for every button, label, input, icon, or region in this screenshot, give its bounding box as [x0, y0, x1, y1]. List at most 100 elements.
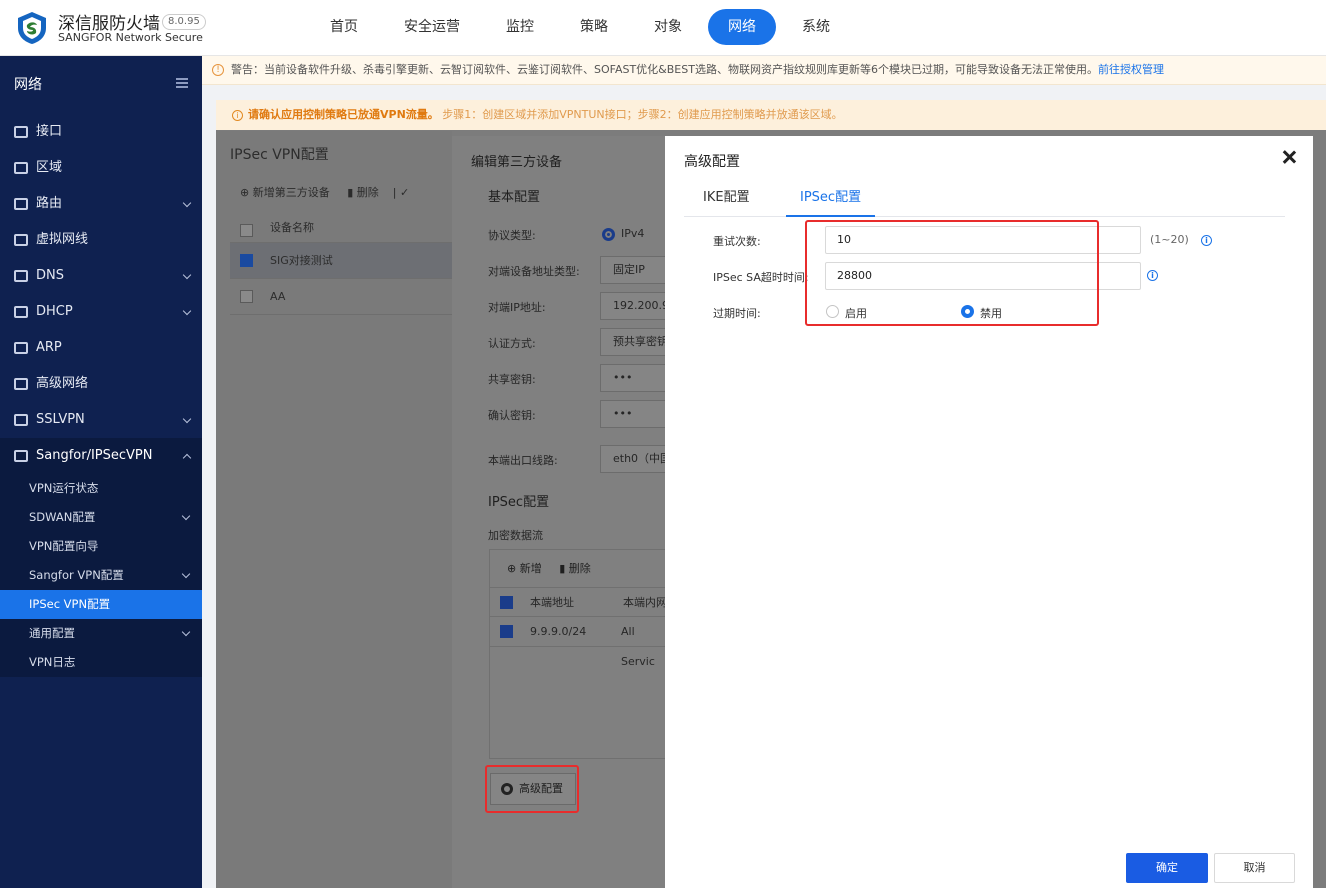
sidebar-item-arp[interactable]: ARP: [0, 330, 202, 366]
retry-range-hint: (1~20): [1150, 233, 1189, 246]
table-row[interactable]: SIG对接测试: [230, 243, 452, 279]
chevron-down-icon: [182, 306, 192, 316]
vpn-icon: [14, 450, 28, 462]
sidebar-item-interface[interactable]: 接口: [0, 114, 202, 150]
chevron-down-icon: [182, 414, 192, 424]
sidebar-sub-ipsec-vpn[interactable]: IPSec VPN配置: [0, 590, 202, 619]
nav-security-ops[interactable]: 安全运营: [384, 9, 480, 45]
ipsec-page-background: IPSec VPN配置 ⊕ 新增第三方设备 ▮ 删除 | ✓ 设备名称 SIG对…: [216, 131, 452, 888]
sidebar-item-dhcp[interactable]: DHCP: [0, 294, 202, 330]
dialog-title: 编辑第三方设备: [471, 155, 563, 170]
route-icon: [14, 198, 28, 210]
sidebar-sub-vpn-status[interactable]: VPN运行状态: [0, 474, 202, 503]
nav-network[interactable]: 网络: [708, 9, 776, 45]
version-badge: 8.0.95: [162, 14, 206, 30]
dhcp-icon: [14, 306, 28, 318]
field-label: 对端IP地址:: [488, 301, 546, 314]
sidebar-item-dns[interactable]: DNS: [0, 258, 202, 294]
field-label: 共享密钥:: [488, 373, 536, 386]
outlink-select[interactable]: eth0（中国: [600, 445, 670, 473]
sidebar-item-zone[interactable]: 区域: [0, 150, 202, 186]
select-all-checkbox[interactable]: [240, 224, 253, 237]
field-label: 本端出口线路:: [488, 454, 558, 467]
sidebar-sub-vpn-wizard[interactable]: VPN配置向导: [0, 532, 202, 561]
sidebar-item-advanced-network[interactable]: 高级网络: [0, 366, 202, 402]
row-checkbox[interactable]: [240, 254, 253, 267]
nav-system[interactable]: 系统: [782, 9, 850, 45]
add-flow-button[interactable]: 新增: [520, 562, 542, 575]
trash-icon: ▮: [347, 186, 354, 199]
retry-label: 重试次数:: [713, 235, 761, 248]
sidebar-item-route[interactable]: 路由: [0, 186, 202, 222]
tab-ike[interactable]: IKE配置: [703, 181, 750, 217]
warning-text: 警告：当前设备软件升级、杀毒引擎更新、云智订阅软件、云鉴订阅软件、SOFAST优…: [231, 63, 1098, 76]
row-checkbox[interactable]: [500, 625, 513, 638]
arp-icon: [14, 342, 28, 354]
table-row[interactable]: 9.9.9.0/24 All Servic: [490, 617, 670, 668]
field-label: 加密数据流: [488, 529, 543, 542]
sidebar-group-vpn: Sangfor/IPSecVPN VPN运行状态 SDWAN配置 VPN配置向导…: [0, 438, 202, 677]
nav-monitor[interactable]: 监控: [486, 9, 554, 45]
row-checkbox[interactable]: [240, 290, 253, 303]
license-link[interactable]: 前往授权管理: [1098, 63, 1164, 76]
sidebar-sub-sangfor-vpn[interactable]: Sangfor VPN配置: [0, 561, 202, 590]
delete-button[interactable]: 删除: [357, 186, 379, 199]
dns-icon: [14, 270, 28, 282]
confirm-psk-input[interactable]: •••: [600, 400, 670, 428]
radio-label: IPv4: [621, 227, 645, 240]
info-icon[interactable]: i: [1147, 270, 1158, 281]
highlight-box: [485, 765, 579, 813]
zone-icon: [14, 162, 28, 174]
add-icon: ⊕: [240, 186, 250, 199]
sidebar-item-ipsecvpn[interactable]: Sangfor/IPSecVPN: [0, 438, 202, 474]
collapse-menu-icon[interactable]: [176, 78, 188, 88]
ipv4-radio[interactable]: [602, 228, 615, 241]
license-warning-bar: ! 警告：当前设备软件升级、杀毒引擎更新、云智订阅软件、云鉴订阅软件、SOFAS…: [202, 56, 1326, 85]
chevron-down-icon: [181, 511, 191, 521]
section-title: 基本配置: [488, 190, 541, 205]
close-icon[interactable]: [1282, 150, 1296, 164]
sidebar-title: 网络: [0, 56, 202, 114]
sangfor-logo-icon: [18, 12, 46, 44]
sa-timeout-label: IPSec SA超时时间:: [713, 271, 809, 284]
table-header: 设备名称: [230, 213, 452, 243]
vpn-notice: i 请确认应用控制策略已放通VPN流量。 步骤1：创建区域并添加VPNTUN接口…: [216, 100, 1326, 130]
nav-home[interactable]: 首页: [310, 9, 378, 45]
sidebar-sub-general[interactable]: 通用配置: [0, 619, 202, 648]
field-label: 认证方式:: [488, 337, 536, 350]
trash-icon: ▮: [559, 562, 566, 575]
dialog-title: 高级配置: [684, 154, 740, 170]
top-bar: 深信服防火墙 8.0.95 SANGFOR Network Secure 首页 …: [0, 0, 1326, 56]
check-icon: | ✓: [392, 186, 410, 199]
sidebar-sub-vpn-log[interactable]: VPN日志: [0, 648, 202, 677]
flow-toolbar: ⊕ 新增 ▮ 删除: [507, 560, 591, 576]
table-row[interactable]: AA: [230, 279, 452, 315]
ok-button[interactable]: 确定: [1126, 853, 1208, 883]
info-icon[interactable]: i: [1201, 235, 1212, 246]
flow-table-header: 本端地址 本端内网: [490, 587, 670, 617]
warning-icon: !: [212, 64, 224, 76]
tab-ipsec[interactable]: IPSec配置: [786, 181, 876, 217]
brand-name-en: SANGFOR Network Secure: [58, 31, 203, 44]
peer-addr-type-select[interactable]: 固定IP: [600, 256, 670, 284]
nav-object[interactable]: 对象: [634, 9, 702, 45]
nav-policy[interactable]: 策略: [560, 9, 628, 45]
sidebar-sub-sdwan[interactable]: SDWAN配置: [0, 503, 202, 532]
info-icon: i: [232, 110, 243, 121]
advanced-network-icon: [14, 378, 28, 390]
virtual-wire-icon: [14, 234, 28, 246]
chevron-down-icon: [181, 569, 191, 579]
sslvpn-icon: [14, 414, 28, 426]
delete-flow-button[interactable]: 删除: [569, 562, 591, 575]
sidebar-item-virtual-wire[interactable]: 虚拟网线: [0, 222, 202, 258]
auth-select[interactable]: 预共享密钥: [600, 328, 670, 356]
highlight-box: [805, 220, 1099, 326]
sidebar-item-sslvpn[interactable]: SSLVPN: [0, 402, 202, 438]
config-tabs: IKE配置 IPSec配置: [684, 181, 1285, 217]
add-device-button[interactable]: 新增第三方设备: [253, 186, 330, 199]
select-all-checkbox[interactable]: [500, 596, 513, 609]
section-title: IPSec配置: [488, 495, 550, 510]
psk-input[interactable]: •••: [600, 364, 670, 392]
cancel-button[interactable]: 取消: [1214, 853, 1295, 883]
peer-ip-input[interactable]: 192.200.96: [600, 292, 670, 320]
